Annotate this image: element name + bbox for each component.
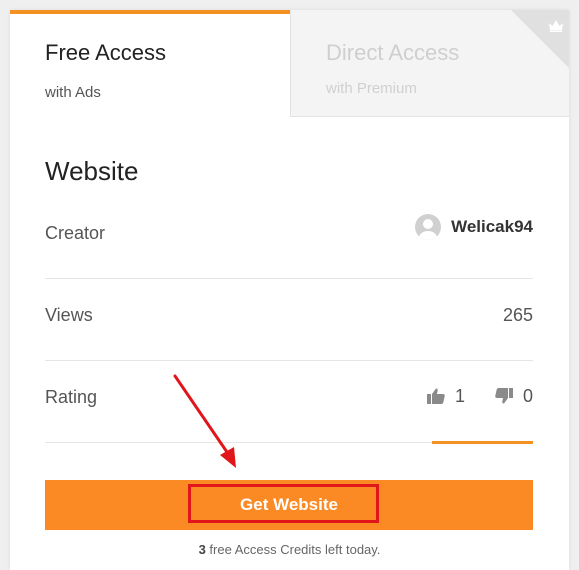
tab-direct-access-subtitle: with Premium: [326, 80, 417, 97]
views-label: Views: [45, 305, 93, 325]
credits-note: 3 free Access Credits left today.: [10, 542, 569, 557]
rating-indicator-bar: [432, 441, 533, 444]
tab-free-access[interactable]: Free Access with Ads: [10, 10, 290, 117]
thumbs-up-icon: [426, 388, 445, 404]
like-button[interactable]: 1: [426, 385, 465, 407]
annotation-highlight-box: [188, 484, 379, 523]
dislike-button[interactable]: 0: [495, 386, 533, 407]
credits-count: 3: [198, 542, 206, 557]
rating-label: Rating: [45, 387, 98, 407]
dislike-count: 0: [522, 385, 533, 406]
thumbs-down-icon: [495, 388, 513, 404]
download-card: Free Access with Ads Direct Access with …: [10, 10, 569, 570]
tab-direct-access-title: Direct Access: [326, 40, 460, 65]
creator-link[interactable]: Welicak94: [415, 213, 533, 241]
credits-text: free Access Credits left today.: [209, 542, 381, 557]
user-avatar-icon: [415, 214, 442, 240]
like-count: 1: [454, 385, 465, 406]
views-row: Views 265: [45, 279, 533, 361]
section-title: Website: [45, 156, 139, 186]
tab-free-access-title: Free Access: [45, 40, 167, 65]
tab-direct-access[interactable]: Direct Access with Premium: [290, 10, 569, 117]
premium-corner-badge: [511, 10, 569, 68]
rating-group: 1 0: [426, 383, 533, 409]
views-value: 265: [502, 305, 533, 325]
creator-label: Creator: [45, 223, 106, 243]
creator-name[interactable]: Welicak94: [451, 217, 533, 237]
rating-row: Rating 1 0: [45, 361, 533, 444]
crown-icon: [549, 20, 563, 32]
creator-row: Creator Welicak94: [45, 197, 533, 279]
tab-free-access-subtitle: with Ads: [45, 84, 101, 101]
